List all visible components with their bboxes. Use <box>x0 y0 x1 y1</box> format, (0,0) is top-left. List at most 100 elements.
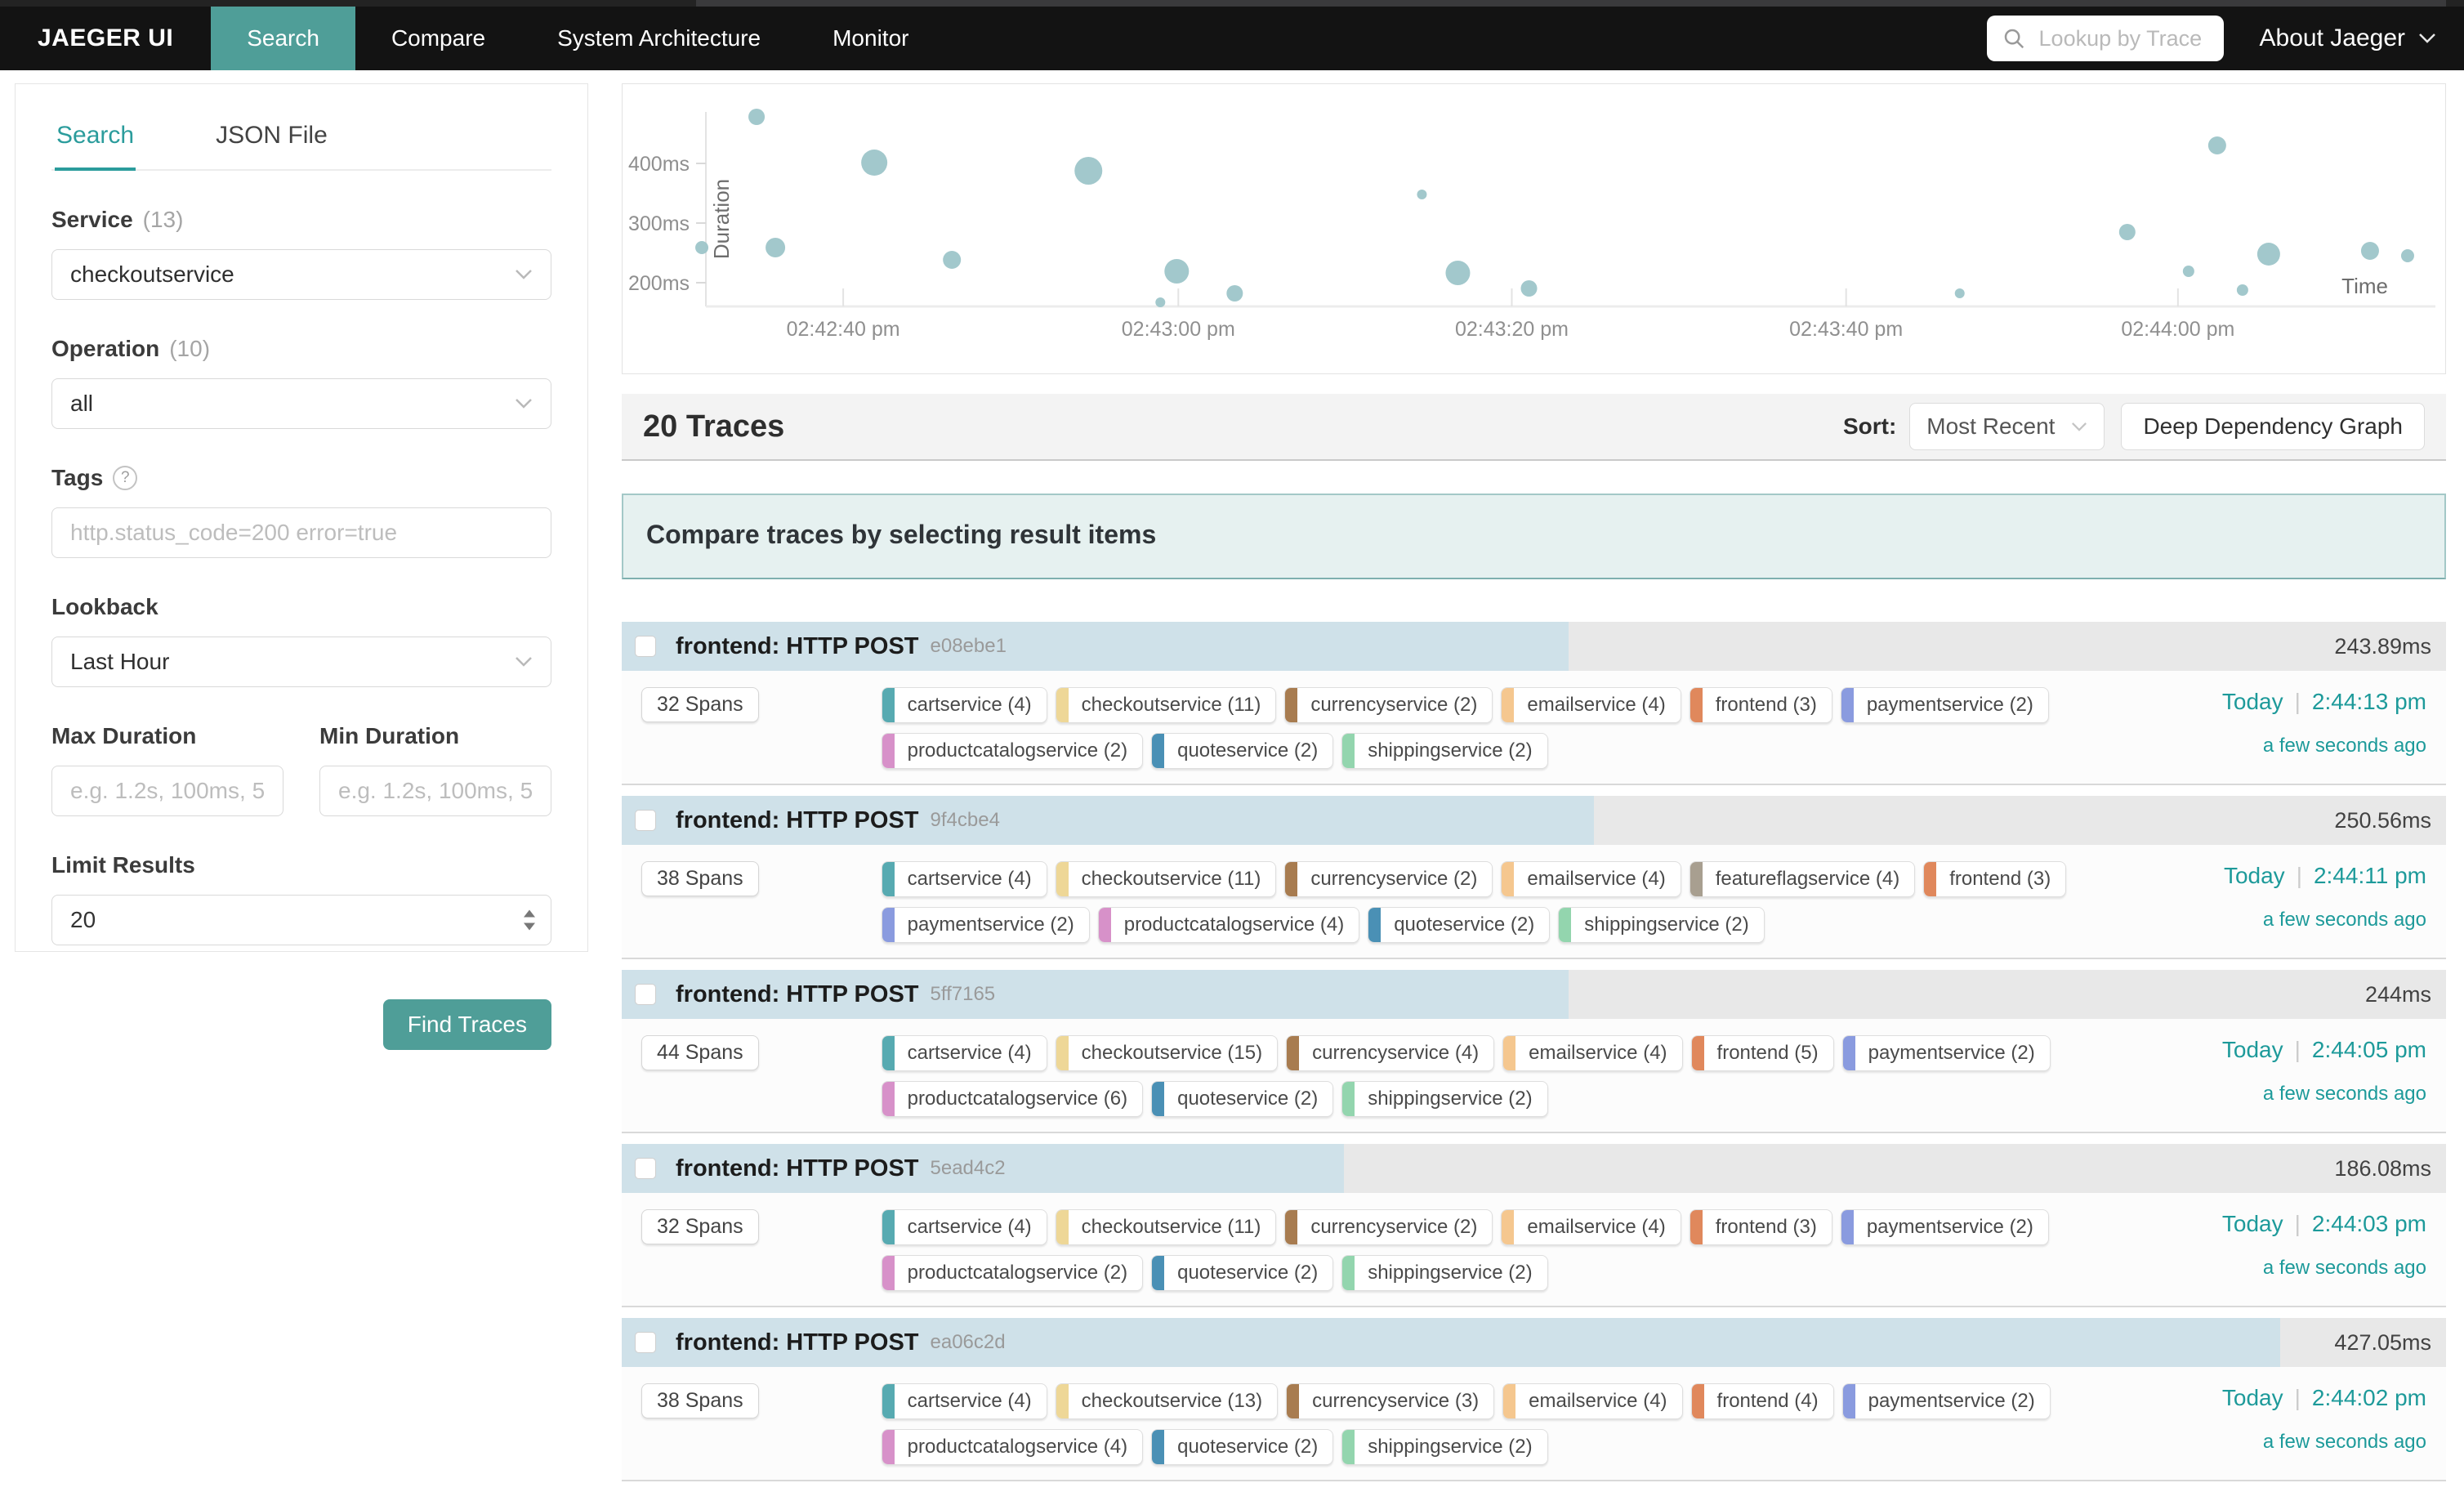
service-tag-label: quoteservice (2) <box>1164 1082 1332 1116</box>
service-tag-label: emailservice (4) <box>1514 1210 1680 1244</box>
min-duration-input[interactable] <box>319 766 551 816</box>
service-tag-line: productcatalogservice (2)quoteservice (2… <box>882 733 2049 769</box>
trace-relative-time: a few seconds ago <box>2222 1257 2426 1280</box>
max-duration-label: Max Duration <box>51 723 283 749</box>
service-tag-paymentservice: paymentservice (2) <box>1841 687 2049 723</box>
scatter-plot[interactable]: 400ms300ms200msDuration02:42:40 pm02:43:… <box>623 84 2445 373</box>
trace-result-item: frontend: HTTP POST 5ead4c2 186.08ms 32 … <box>622 1144 2446 1307</box>
trace-bubble[interactable] <box>766 238 785 257</box>
tags-input[interactable] <box>51 507 551 558</box>
lookback-select[interactable]: Last Hour <box>51 637 551 687</box>
trace-body: 32 Spans cartservice (4)checkoutservice … <box>622 1193 2446 1307</box>
trace-span-count: 32 Spans <box>641 1209 759 1244</box>
nav-tab-search[interactable]: Search <box>211 7 355 70</box>
trace-bubble[interactable] <box>1164 259 1189 284</box>
trace-bubble[interactable] <box>1155 297 1165 307</box>
trace-span-count: 38 Spans <box>641 1383 759 1418</box>
trace-bubble[interactable] <box>2237 284 2248 296</box>
service-tag-cartservice: cartservice (4) <box>882 1035 1047 1071</box>
trace-bubble[interactable] <box>1445 261 1470 285</box>
service-color-strip <box>1056 1036 1069 1070</box>
trace-bubble[interactable] <box>1520 280 1537 297</box>
service-tag-label: featureflagservice (4) <box>1703 862 1914 896</box>
service-color-strip <box>1287 1384 1299 1418</box>
trace-time[interactable]: 2:44:05 pm <box>2312 1037 2426 1063</box>
panel-tab-json-file[interactable]: JSON File <box>214 109 329 171</box>
trace-bubble[interactable] <box>2401 249 2414 262</box>
number-stepper[interactable] <box>524 910 535 931</box>
trace-lookup-box[interactable] <box>1987 16 2224 61</box>
trace-header[interactable]: frontend: HTTP POST 5ff7165 244ms <box>622 970 2446 1019</box>
panel-tab-search[interactable]: Search <box>55 109 136 171</box>
trace-time[interactable]: 2:44:03 pm <box>2312 1211 2426 1237</box>
service-tag-frontend: frontend (3) <box>1923 861 2066 897</box>
trace-id: 5ff7165 <box>931 983 996 1006</box>
trace-bubble[interactable] <box>2119 224 2136 240</box>
trace-date[interactable]: Today <box>2222 1037 2283 1063</box>
search-panel-tabs: Search JSON File <box>51 109 551 171</box>
question-circle-icon[interactable]: ? <box>113 466 137 490</box>
trace-select-checkbox[interactable] <box>635 810 656 831</box>
max-duration-input[interactable] <box>51 766 283 816</box>
trace-bubble[interactable] <box>1226 285 1243 302</box>
trace-header[interactable]: frontend: HTTP POST e08ebe1 243.89ms <box>622 622 2446 671</box>
service-select[interactable]: checkoutservice <box>51 249 551 300</box>
trace-bubble[interactable] <box>1955 288 1965 298</box>
trace-bubble[interactable] <box>2208 136 2226 154</box>
trace-time-col: Today 2:44:13 pm a few seconds ago <box>2222 687 2426 757</box>
app-brand[interactable]: JAEGER UI <box>0 7 211 70</box>
y-tick-label: 300ms <box>628 212 690 235</box>
sort-select[interactable]: Most Recent <box>1909 403 2105 450</box>
trace-bubble[interactable] <box>2361 242 2379 260</box>
trace-date[interactable]: Today <box>2222 1385 2283 1411</box>
trace-date[interactable]: Today <box>2224 863 2285 889</box>
service-color-strip <box>1152 734 1164 768</box>
stepper-down-icon[interactable] <box>524 923 535 931</box>
service-tag-productcatalogservice: productcatalogservice (6) <box>882 1081 1143 1117</box>
trace-header[interactable]: frontend: HTTP POST 9f4cbe4 250.56ms <box>622 796 2446 845</box>
trace-bubble[interactable] <box>1074 157 1102 185</box>
trace-bubble[interactable] <box>695 241 708 254</box>
trace-header[interactable]: frontend: HTTP POST ea06c2d 427.05ms <box>622 1318 2446 1367</box>
trace-lookup-input[interactable] <box>2038 25 2209 52</box>
tags-label-text: Tags <box>51 465 103 491</box>
limit-results-input[interactable] <box>51 895 551 945</box>
trace-date[interactable]: Today <box>2222 689 2283 715</box>
stepper-up-icon[interactable] <box>524 910 535 918</box>
trace-bubble[interactable] <box>943 251 961 269</box>
trace-bubble[interactable] <box>2183 266 2194 277</box>
trace-time[interactable]: 2:44:02 pm <box>2312 1385 2426 1411</box>
service-tag-frontend: frontend (4) <box>1691 1383 1834 1419</box>
deep-dependency-graph-button[interactable]: Deep Dependency Graph <box>2121 403 2425 450</box>
about-jaeger-menu[interactable]: About Jaeger <box>2260 25 2436 52</box>
nav-tab-system-architecture[interactable]: System Architecture <box>521 7 797 70</box>
top-navbar: JAEGER UI SearchCompareSystem Architectu… <box>0 7 2464 70</box>
trace-bubble[interactable] <box>1417 190 1426 199</box>
service-color-strip <box>1285 688 1297 722</box>
trace-time[interactable]: 2:44:13 pm <box>2312 689 2426 715</box>
limit-results-field <box>51 895 551 945</box>
trace-header[interactable]: frontend: HTTP POST 5ead4c2 186.08ms <box>622 1144 2446 1193</box>
operation-select[interactable]: all <box>51 378 551 429</box>
chevron-down-icon <box>515 656 533 668</box>
trace-bubble[interactable] <box>748 109 765 125</box>
trace-select-checkbox[interactable] <box>635 1332 656 1353</box>
trace-bubble[interactable] <box>861 150 887 176</box>
time-separator <box>2295 689 2301 715</box>
service-tag-label: emailservice (4) <box>1515 1384 1681 1418</box>
service-color-strip <box>1690 688 1703 722</box>
trace-select-checkbox[interactable] <box>635 636 656 657</box>
service-color-strip <box>1368 908 1381 942</box>
trace-select-checkbox[interactable] <box>635 984 656 1005</box>
operation-label-text: Operation <box>51 336 159 362</box>
time-separator <box>2295 1211 2301 1237</box>
trace-time[interactable]: 2:44:11 pm <box>2314 863 2426 889</box>
service-tag-label: quoteservice (2) <box>1164 1430 1332 1464</box>
trace-bubble[interactable] <box>2257 243 2280 266</box>
find-traces-button[interactable]: Find Traces <box>383 999 551 1050</box>
trace-date[interactable]: Today <box>2222 1211 2283 1237</box>
trace-select-checkbox[interactable] <box>635 1158 656 1179</box>
nav-tab-compare[interactable]: Compare <box>355 7 521 70</box>
nav-tab-monitor[interactable]: Monitor <box>797 7 944 70</box>
service-tag-checkoutservice: checkoutservice (15) <box>1056 1035 1278 1071</box>
